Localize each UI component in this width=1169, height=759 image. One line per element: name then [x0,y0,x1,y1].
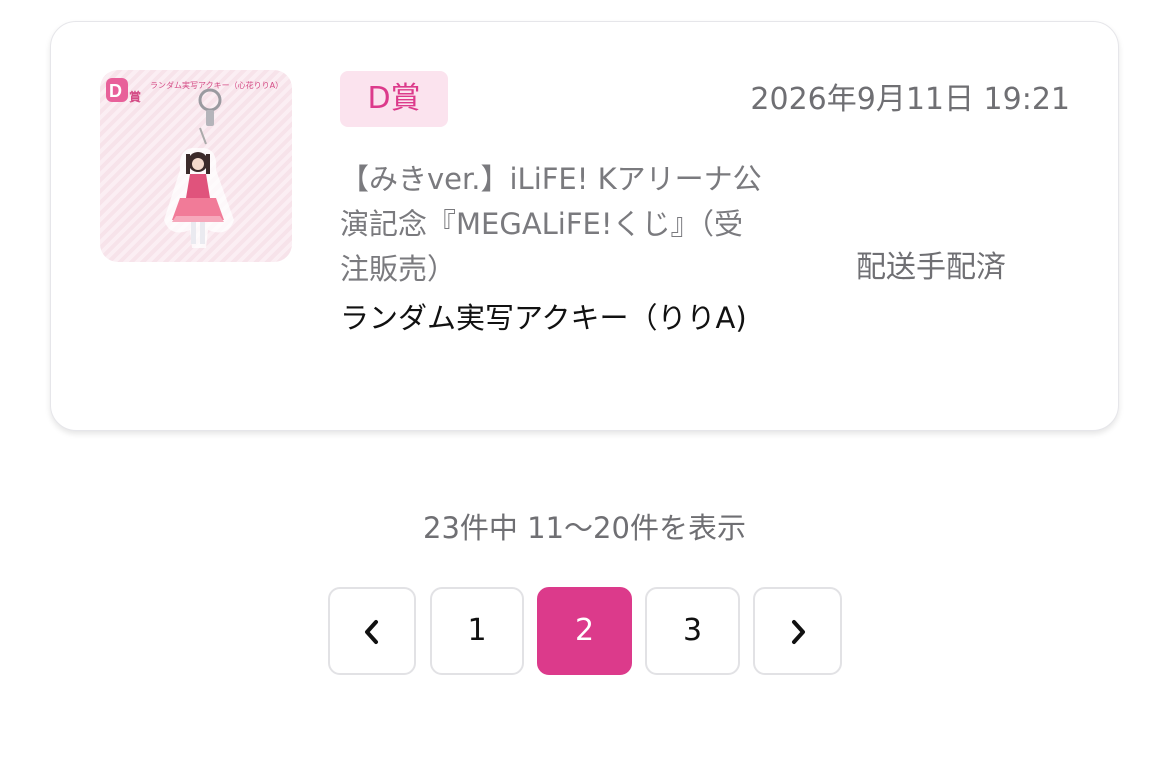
svg-text:D: D [109,81,122,101]
shipping-status: 配送手配済 [856,250,1006,285]
page-button-2-current[interactable]: 2 [537,587,632,675]
order-history-page: D 賞 ランダム実写アクキー（心花りりA） D賞 2026年9月11日 19:2… [0,0,1169,759]
page-button-1[interactable]: 1 [430,587,524,675]
order-timestamp: 2026年9月11日 19:21 [750,82,1070,117]
chevron-right-icon [791,619,805,644]
prize-badge: D賞 [340,71,448,127]
svg-text:ランダム実写アクキー（心花りりA）: ランダム実写アクキー（心花りりA） [150,80,283,90]
chevron-left-icon [365,619,378,644]
svg-text:賞: 賞 [129,89,141,104]
item-name: ランダム実写アクキー（りりA) [340,301,747,335]
product-title: 【みきver.】iLiFE! Kアリーナ公演記念『MEGALiFE!くじ』（受注… [340,162,762,286]
product-thumbnail: D 賞 ランダム実写アクキー（心花りりA） [100,70,292,262]
prev-page-button[interactable] [328,587,416,675]
order-card[interactable]: D 賞 ランダム実写アクキー（心花りりA） D賞 2026年9月11日 19:2… [50,21,1119,431]
next-page-button[interactable] [753,587,842,675]
page-button-3[interactable]: 3 [645,587,740,675]
result-count: 23件中 11〜20件を表示 [423,511,746,545]
